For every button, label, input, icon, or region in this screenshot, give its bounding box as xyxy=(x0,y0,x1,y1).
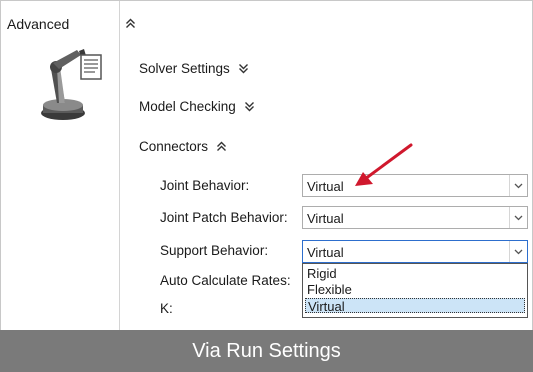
support-behavior-dropdown-button[interactable] xyxy=(509,241,527,262)
joint-behavior-value: Virtual xyxy=(307,179,344,194)
support-behavior-label: Support Behavior: xyxy=(160,243,269,258)
caption-banner: Via Run Settings xyxy=(0,330,533,372)
joint-patch-behavior-select[interactable]: Virtual xyxy=(302,206,528,229)
connectors-label: Connectors xyxy=(139,139,209,154)
caption-text: Via Run Settings xyxy=(192,339,341,362)
solver-settings-header[interactable]: Solver Settings xyxy=(139,61,249,76)
joint-patch-behavior-dropdown-button[interactable] xyxy=(509,207,527,228)
option-rigid[interactable]: Rigid xyxy=(305,266,525,281)
option-virtual[interactable]: Virtual xyxy=(305,298,525,314)
collapse-advanced-button[interactable] xyxy=(125,17,136,32)
annotation-arrow-icon xyxy=(355,143,413,186)
support-behavior-select[interactable]: Virtual xyxy=(302,240,528,263)
model-checking-header[interactable]: Model Checking xyxy=(139,99,255,114)
joint-patch-behavior-value: Virtual xyxy=(307,211,344,226)
auto-calculate-rates-label: Auto Calculate Rates: xyxy=(160,273,291,288)
joint-behavior-label: Joint Behavior: xyxy=(160,178,250,193)
joint-patch-behavior-label: Joint Patch Behavior: xyxy=(160,210,288,225)
connectors-header[interactable]: Connectors xyxy=(139,139,227,154)
section-title: Advanced xyxy=(7,16,70,32)
option-flexible[interactable]: Flexible xyxy=(305,282,525,297)
model-checking-label: Model Checking xyxy=(139,99,236,114)
joint-behavior-dropdown-button[interactable] xyxy=(509,175,527,196)
chevron-down-icon xyxy=(514,215,523,220)
support-behavior-options-list: Rigid Flexible Virtual xyxy=(302,263,528,318)
double-chevron-down-icon xyxy=(238,64,248,74)
k-label: K: xyxy=(160,301,173,316)
solver-settings-label: Solver Settings xyxy=(139,61,230,76)
double-chevron-up-icon xyxy=(126,18,135,28)
robot-arm-icon xyxy=(41,49,102,120)
support-behavior-value: Virtual xyxy=(307,245,344,260)
double-chevron-up-icon xyxy=(217,141,227,151)
double-chevron-down-icon xyxy=(244,102,254,112)
chevron-down-icon xyxy=(514,183,523,188)
chevron-down-icon xyxy=(514,249,523,254)
advanced-settings-panel: Advanced Solver Settings Model Checking … xyxy=(0,0,533,372)
section-icon-column: Advanced xyxy=(1,1,120,331)
